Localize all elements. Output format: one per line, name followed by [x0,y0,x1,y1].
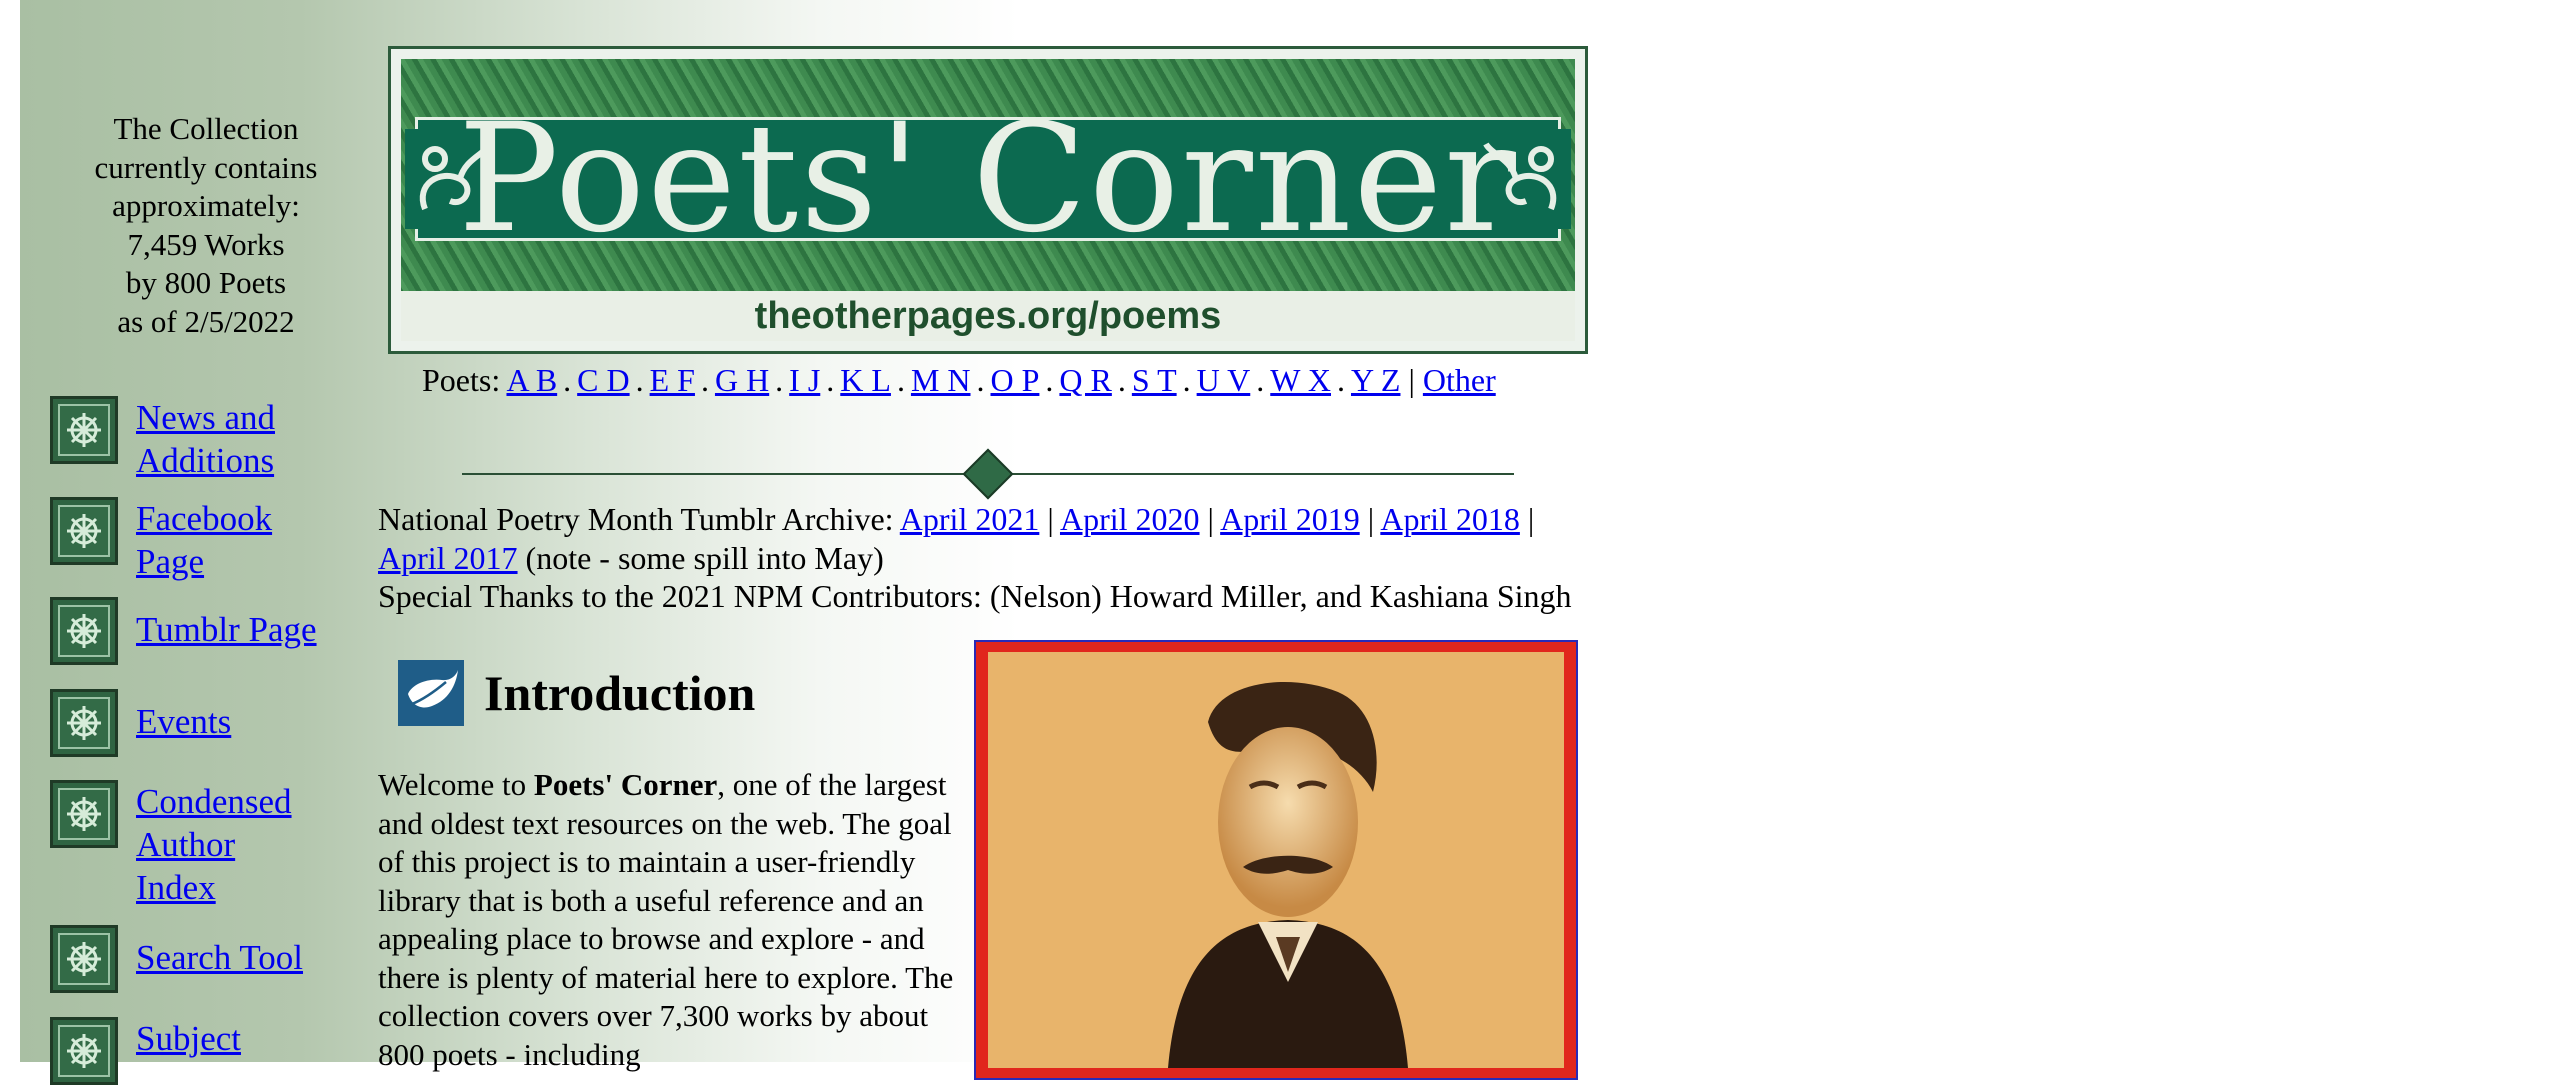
collection-stats: The Collection currently contains approx… [60,110,352,341]
poets-link-ef[interactable]: E F [650,362,695,398]
poets-link-yz[interactable]: Y Z [1351,362,1400,398]
sidebar-link-tumblr[interactable]: Tumblr Page [136,608,317,651]
celtic-knot-icon [50,689,118,757]
poets-link-uv[interactable]: U V [1197,362,1251,398]
diamond-ornament-icon [962,448,1014,500]
poets-link-other[interactable]: Other [1423,362,1496,398]
banner-url: theotherpages.org/poems [754,295,1222,337]
archive-link-april-2017[interactable]: April 2017 [378,540,518,576]
intro-paragraph: Welcome to Poets' Corner, one of the lar… [378,767,954,1072]
site-name: Poets' Corner [533,767,718,802]
celtic-knot-icon [50,780,118,848]
poets-link-ij[interactable]: I J [789,362,820,398]
npm-archive: National Poetry Month Tumblr Archive: Ap… [378,500,1608,616]
poets-link-cd[interactable]: C D [577,362,629,398]
celtic-knot-icon [50,396,118,464]
poets-link-wx[interactable]: W X [1270,362,1331,398]
archive-label: National Poetry Month Tumblr Archive: [378,501,894,537]
archive-link-april-2021[interactable]: April 2021 [900,501,1040,537]
archive-thanks: Special Thanks to the 2021 NPM Contribut… [378,578,1572,614]
celtic-knot-icon [50,925,118,993]
banner-title: Poets' Corner [458,92,1518,266]
sidebar-link-subject[interactable]: Subject [136,1017,241,1060]
archive-link-april-2018[interactable]: April 2018 [1380,501,1520,537]
poet-portrait-image [988,652,1564,1068]
poets-link-mn[interactable]: M N [911,362,971,398]
archive-line: April 2017 (note - some spill into May) [378,539,1608,578]
sidebar-item-subject[interactable]: Subject [50,1017,241,1085]
archive-link-april-2019[interactable]: April 2019 [1220,501,1360,537]
stats-poets-count: by 800 Poets [125,265,287,300]
sidebar-link-search[interactable]: Search Tool [136,936,303,979]
celtic-knot-icon [50,597,118,665]
stats-date: as of 2/5/2022 [117,303,295,339]
ornamental-divider [462,448,1514,500]
poets-link-op[interactable]: O P [991,362,1040,398]
poets-link-qr[interactable]: Q R [1059,362,1111,398]
sidebar-item-news[interactable]: News and Additions [50,396,275,482]
stats-line: currently contains [94,149,318,185]
sidebar-link-author-index[interactable]: Condensed Author Index [136,780,292,909]
archive-link-april-2020[interactable]: April 2020 [1060,501,1200,537]
banner-image: Poets' Corner theotherpages.org/poems [401,59,1575,341]
poets-link-st[interactable]: S T [1132,362,1177,398]
sidebar: The Collection currently contains approx… [20,0,352,1085]
intro-heading: Introduction [484,665,756,721]
sidebar-item-facebook[interactable]: Facebook Page [50,497,272,583]
quill-icon [398,660,464,726]
poets-link-gh[interactable]: G H [715,362,769,398]
stats-line: approximately: [112,188,300,223]
stats-line: The Collection [113,111,299,146]
archive-line: National Poetry Month Tumblr Archive: Ap… [378,501,1535,537]
celtic-knot-icon [50,1017,118,1085]
sidebar-item-events[interactable]: Events [50,689,231,757]
poets-link-ab[interactable]: A B [506,362,557,398]
poets-alphabet-nav: Poets: A B.C D.E F.G H.I J.K L.M N.O P.Q… [422,362,1496,398]
poets-link-kl[interactable]: K L [840,362,891,398]
site-banner[interactable]: Poets' Corner theotherpages.org/poems [388,46,1588,354]
poets-label: Poets: [422,362,501,398]
sidebar-link-news[interactable]: News and Additions [136,396,275,482]
sidebar-item-search[interactable]: Search Tool [50,925,303,993]
stats-works-count: 7,459 Works [127,226,285,262]
archive-note: (note - some spill into May) [525,539,884,576]
sidebar-link-events[interactable]: Events [136,700,231,743]
sidebar-link-facebook[interactable]: Facebook Page [136,497,272,583]
featured-poet-portrait[interactable] [974,640,1578,1080]
celtic-knot-icon [50,497,118,565]
sidebar-item-tumblr[interactable]: Tumblr Page [50,597,317,665]
sidebar-item-author-index[interactable]: Condensed Author Index [50,780,292,909]
